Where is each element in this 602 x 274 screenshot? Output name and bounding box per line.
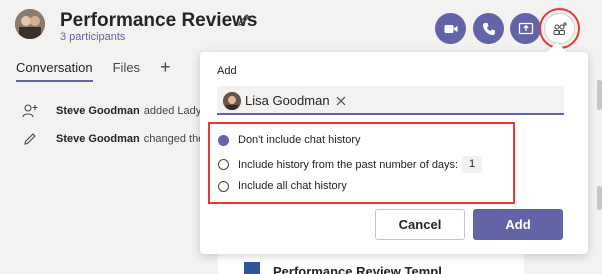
person-pill: Lisa Goodman xyxy=(223,91,347,110)
person-add-icon xyxy=(22,104,38,118)
group-avatar xyxy=(15,9,45,39)
audio-call-icon xyxy=(482,22,495,35)
tab-files[interactable]: Files xyxy=(113,60,140,75)
activity-item: Steve Goodman added Lady xyxy=(22,103,201,119)
days-input[interactable]: 1 xyxy=(462,156,483,173)
video-call-button[interactable] xyxy=(435,13,466,44)
activity-item: Steve Goodman changed the xyxy=(22,131,204,147)
message-card-title: Performance Review Templ xyxy=(273,264,442,274)
option-days-history[interactable]: Include history from the past number of … xyxy=(218,156,483,173)
cancel-button[interactable]: Cancel xyxy=(375,209,465,240)
option-no-history[interactable]: Don't include chat history xyxy=(218,134,361,146)
tab-conversation[interactable]: Conversation xyxy=(16,60,93,82)
option-label: Include all chat history xyxy=(238,180,347,192)
scroll-indicator xyxy=(597,80,602,110)
chat-title: Performance Reviews xyxy=(60,10,258,31)
radio-button[interactable] xyxy=(218,134,229,146)
highlight-circle xyxy=(539,8,580,49)
add-people-dialog: Add Lisa Goodman Don't include chat hist… xyxy=(200,42,588,254)
share-screen-icon xyxy=(518,22,533,34)
option-all-history[interactable]: Include all chat history xyxy=(218,180,347,192)
activity-user: Steve Goodman xyxy=(56,105,140,117)
share-screen-button[interactable] xyxy=(510,13,541,44)
word-doc-icon xyxy=(244,262,260,274)
edit-icon[interactable] xyxy=(236,12,252,28)
person-name: Lisa Goodman xyxy=(245,93,330,108)
person-avatar xyxy=(223,91,241,110)
option-label: Don't include chat history xyxy=(238,134,361,146)
activity-user: Steve Goodman xyxy=(56,133,140,145)
people-picker-input[interactable]: Lisa Goodman xyxy=(217,86,564,115)
add-tab-button[interactable]: + xyxy=(160,58,171,76)
radio-button[interactable] xyxy=(218,180,229,192)
close-icon[interactable] xyxy=(335,95,347,107)
video-call-icon xyxy=(444,24,457,33)
pencil-icon xyxy=(24,133,36,145)
radio-button[interactable] xyxy=(218,159,229,170)
history-options: Don't include chat history Include histo… xyxy=(208,122,515,204)
tab-bar: Conversation Files + xyxy=(16,58,191,84)
activity-text: added Lady xyxy=(143,105,202,117)
scroll-indicator xyxy=(597,186,602,210)
audio-call-button[interactable] xyxy=(473,13,504,44)
add-button[interactable]: Add xyxy=(473,209,563,240)
dialog-title: Add xyxy=(217,65,237,77)
activity-text: changed the xyxy=(143,133,205,145)
chat-header: Performance Reviews 3 participants xyxy=(0,0,602,52)
option-label: Include history from the past number of … xyxy=(238,158,459,171)
participants-link[interactable]: 3 participants xyxy=(60,31,125,43)
